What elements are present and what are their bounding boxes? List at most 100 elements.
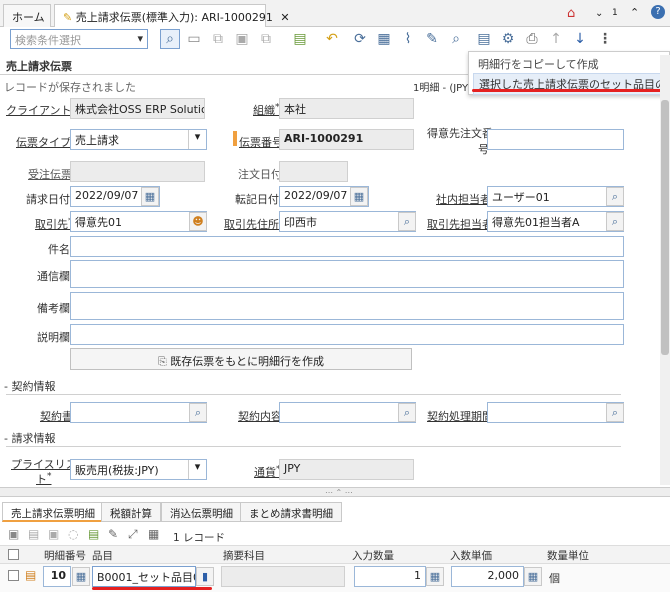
pricelist-label-line1[interactable]: プライスリス (11, 456, 77, 472)
person-icon[interactable]: ☻ (189, 212, 207, 231)
attachment-icon[interactable]: ⌇ (398, 29, 418, 49)
contractproc-label[interactable]: 契約処理期間 (427, 408, 493, 424)
comm-textarea[interactable] (70, 260, 624, 288)
help-icon[interactable]: ? (651, 5, 665, 19)
line-no-input[interactable]: 10 (43, 566, 71, 587)
search-icon[interactable]: ⌕ (398, 403, 416, 422)
search-icon[interactable]: ⌕ (606, 187, 624, 206)
calendar-icon[interactable]: ▦ (141, 187, 159, 206)
contractcontent-label[interactable]: 契約内容 (238, 408, 282, 424)
calculator-icon[interactable]: ▦ (524, 567, 542, 586)
scrollbar-thumb[interactable] (661, 100, 669, 355)
gear-icon[interactable]: ⚙ (498, 29, 518, 49)
col-account[interactable]: 摘要科目 (219, 545, 269, 564)
expand-icon[interactable]: ⤢ (128, 527, 138, 542)
collapse-all-icon[interactable]: ⌄ (595, 8, 603, 19)
new-record-icon[interactable]: ▭ (184, 29, 204, 49)
menu-item-copy-lines[interactable]: 明細行をコピーして作成 (478, 56, 599, 72)
bploc-input[interactable]: 印西市 (279, 211, 416, 232)
contractcontent-input[interactable] (279, 402, 416, 423)
contractproc-input[interactable] (487, 402, 624, 423)
col-price[interactable]: 入数単価 (446, 545, 496, 564)
tab-tax[interactable]: 税額計算 (101, 502, 161, 522)
chat-icon[interactable]: ✎ (422, 29, 442, 49)
col-line[interactable]: 明細番号 (40, 545, 90, 564)
print-icon[interactable]: ⎙ (522, 29, 542, 49)
rep-label[interactable]: 社内担当者 (436, 191, 491, 207)
tab-home[interactable]: ホーム (3, 4, 51, 27)
arrow-up-icon[interactable]: ↑ (546, 29, 566, 49)
org-label[interactable]: 組織* (253, 102, 280, 118)
edit-line-icon[interactable]: ▤ (28, 527, 39, 541)
doctype-label[interactable]: 伝票タイプ* (16, 134, 76, 150)
order-label[interactable]: 受注伝票 (28, 166, 72, 182)
bpuser-input[interactable]: 得意先01担当者A (487, 211, 624, 232)
tab-sales-invoice[interactable]: ✎ 売上請求伝票(標準入力): ARI-1000291 ✕ (54, 4, 290, 28)
bploc-label[interactable]: 取引先住所* (224, 216, 284, 232)
refresh-icon[interactable]: ⟳ (350, 29, 370, 49)
search-select[interactable]: 検索条件選択 ▾ (10, 29, 148, 49)
bpuser-label[interactable]: 取引先担当者 (427, 216, 493, 232)
save-new-icon[interactable]: ⧉ (256, 29, 276, 49)
calculator-icon[interactable]: ▦ (426, 567, 444, 586)
report-icon[interactable]: ▤ (474, 29, 494, 49)
product-input[interactable]: B0001_セット品目00 (92, 566, 196, 587)
home-icon[interactable]: ⌂ (567, 6, 575, 21)
close-icon[interactable]: ✕ (280, 11, 289, 24)
save-line-icon[interactable]: ▣ (48, 527, 59, 541)
invdate-value: 2022/09/07 (75, 189, 139, 202)
search-icon[interactable]: ⌕ (160, 29, 180, 49)
tab-invoice-lines[interactable]: 売上請求伝票明細 (2, 502, 104, 522)
col-uom[interactable]: 数量単位 (543, 545, 593, 564)
subject-input[interactable] (70, 236, 624, 257)
new-line-icon[interactable]: ▣ (8, 527, 19, 541)
col-qty[interactable]: 入力数量 (348, 545, 398, 564)
more-vert-icon[interactable]: ⋮ (595, 29, 615, 49)
search-icon[interactable]: ⌕ (189, 403, 207, 422)
col-product[interactable]: 品目 (88, 545, 117, 564)
calendar-icon[interactable]: ▦ (350, 187, 368, 206)
orderdate-label: 注文日付 (238, 168, 282, 181)
undo-icon[interactable]: ↶ (322, 29, 342, 49)
custorder-input[interactable] (487, 129, 624, 150)
zoom-icon[interactable]: ⌕ (446, 29, 466, 49)
search-icon[interactable]: ⌕ (606, 403, 624, 422)
calculator-icon[interactable]: ▦ (72, 567, 90, 586)
invoice-section-header[interactable]: - 請求情報 (4, 430, 55, 446)
chevron-up-icon[interactable]: ⌃ (630, 6, 639, 19)
contract-input[interactable] (70, 402, 207, 423)
desc-input[interactable] (70, 324, 624, 345)
select-all-checkbox[interactable] (8, 549, 19, 560)
currency-label[interactable]: 通貨* (254, 464, 281, 480)
bploc-value: 印西市 (284, 216, 317, 229)
contract-label[interactable]: 契約書 (40, 408, 73, 424)
price-input[interactable]: 2,000 (451, 566, 524, 587)
grid-edit-icon[interactable]: ✎ (108, 527, 118, 541)
rep-input[interactable]: ユーザー01 (487, 186, 624, 207)
tab-allocation[interactable]: 消込伝票明細 (161, 502, 242, 522)
delete-line-icon[interactable]: ▤ (88, 527, 99, 541)
tab-summary-invoice[interactable]: まとめ請求書明細 (240, 502, 342, 522)
grid-toggle-icon[interactable]: ▦ (374, 29, 394, 49)
remark-textarea[interactable] (70, 292, 624, 320)
copy-icon[interactable]: ⧉ (208, 29, 228, 49)
pricelist-select[interactable]: 販売用(税抜:JPY) ▾ (70, 459, 207, 480)
delete-icon[interactable]: ▤ (290, 29, 310, 49)
create-lines-button[interactable]: ⎘ 既存伝票をもとに明細行を作成 (70, 348, 412, 370)
contract-section-header[interactable]: - 契約情報 (4, 378, 55, 394)
row-edit-icon[interactable]: ▤ (25, 568, 36, 582)
search-icon[interactable]: ⌕ (398, 212, 416, 231)
doctype-select[interactable]: 売上請求 ▾ (70, 129, 207, 150)
save-icon[interactable]: ▣ (232, 29, 252, 49)
grid-view-icon[interactable]: ▦ (148, 527, 159, 541)
product-lookup-icon[interactable]: ▮ (196, 567, 214, 586)
search-icon[interactable]: ⌕ (606, 212, 624, 231)
client-label[interactable]: クライアント* (6, 102, 76, 118)
copy-line-icon[interactable]: ◌ (68, 527, 78, 541)
bp-label[interactable]: 取引先* (35, 216, 73, 232)
pricelist-label-line2[interactable]: ト* (36, 471, 52, 487)
qty-input[interactable]: 1 (354, 566, 426, 587)
row-checkbox[interactable] (8, 570, 19, 581)
arrow-down-icon[interactable]: ↓ (570, 29, 590, 49)
bp-input[interactable]: 得意先01 (70, 211, 207, 232)
